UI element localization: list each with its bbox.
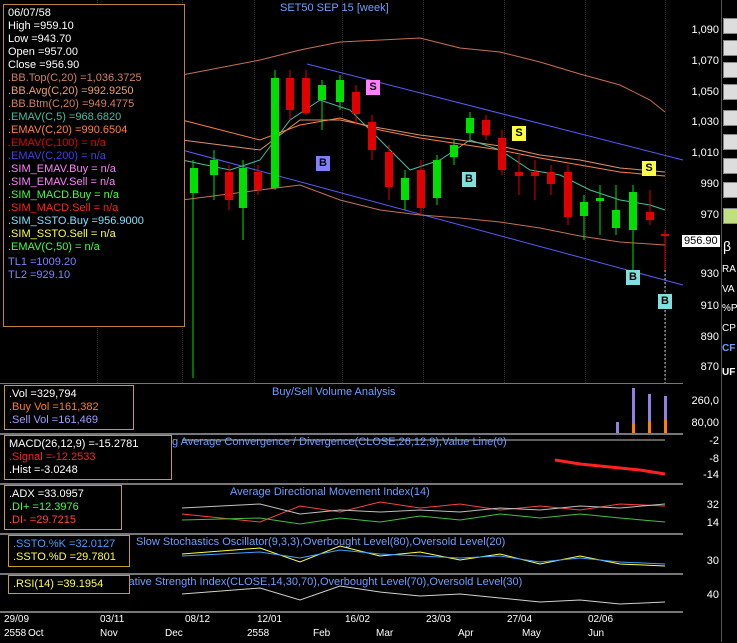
- info-tl2: TL2 =929.10: [8, 269, 71, 281]
- info-bbbtm: .BB.Btm(C,20) =949.4775: [8, 98, 135, 110]
- info-emav5: .EMAV(C,5) =968.6820: [8, 111, 122, 123]
- date-axis: 29/09 03/11 08/12 12/01 16/02 23/03 27/0…: [0, 611, 683, 643]
- ssto-title: Slow Stochastics Oscillator(9,3,3),Overb…: [136, 536, 506, 548]
- right-toolbar: β RA VA %P CP CF UF: [721, 0, 737, 642]
- ema20-line: [181, 117, 666, 177]
- candles: [190, 70, 669, 270]
- tool-ra[interactable]: RA: [722, 264, 737, 275]
- tool-button[interactable]: [723, 84, 737, 100]
- buy-marker: B: [626, 270, 640, 285]
- tool-button[interactable]: [723, 158, 737, 174]
- info-low: Low =943.70: [8, 33, 72, 45]
- ssto-panel[interactable]: Slow Stochastics Oscillator(9,3,3),Overb…: [0, 533, 683, 575]
- info-sim-emav-sell: .SIM_EMAV.Sell = n/a: [8, 176, 116, 188]
- adx-axis: 32 14: [706, 499, 719, 529]
- macd-panel[interactable]: g Average Convergence / Divergence(CLOSE…: [0, 433, 683, 485]
- tool-uf[interactable]: UF: [722, 367, 737, 378]
- bb-avg-line: [181, 119, 666, 173]
- buy-marker: B: [658, 294, 672, 309]
- price-info-box: 06/07/58 High =959.10 Low =943.70 Open =…: [3, 4, 185, 327]
- sell-marker: S: [642, 161, 656, 176]
- info-open: Open =957.00: [8, 46, 79, 58]
- tool-cp[interactable]: CP: [722, 323, 737, 334]
- info-sim-ssto-sell: .SIM_SSTO.Sell = n/a: [8, 228, 116, 240]
- adx-info-box: .ADX =33.0957 .DI+ =12.3976 .DI- =29.721…: [4, 485, 122, 530]
- tool-beta[interactable]: β: [723, 238, 737, 254]
- info-emav200: .EMAV(C,200) = n/a: [8, 150, 106, 162]
- tool-pct[interactable]: %P: [722, 303, 737, 314]
- info-sim-macd-buy: .SIM_MACD.Buy = n/a: [8, 189, 119, 201]
- macd-title: g Average Convergence / Divergence(CLOSE…: [172, 436, 507, 448]
- sell-marker: S: [366, 80, 380, 95]
- info-close: Close =956.90: [8, 59, 80, 71]
- price-axis: 1,090 1,070 1,050 1,030 1,010 990 970 93…: [691, 24, 719, 373]
- macd-axis: -2 -8 -14: [703, 435, 719, 481]
- info-sim-emav-buy: .SIM_EMAV.Buy = n/a: [8, 163, 116, 175]
- volume-title: Buy/Sell Volume Analysis: [272, 386, 396, 398]
- tool-button[interactable]: [723, 18, 737, 34]
- volume-info-box: .Vol =329,794 .Buy Vol =161,382 .Sell Vo…: [4, 385, 134, 430]
- tool-button[interactable]: [723, 62, 737, 78]
- buy-marker: B: [316, 156, 330, 171]
- volume-axis: 260,0 80,00: [691, 395, 719, 429]
- info-bbtop: .BB.Top(C,20) =1,036.3725: [8, 72, 142, 84]
- sell-marker: S: [512, 126, 526, 141]
- tool-cf[interactable]: CF: [722, 343, 737, 354]
- buy-marker: B: [462, 172, 476, 187]
- info-date: 06/07/58: [8, 7, 51, 19]
- info-tl1: TL1 =1009.20: [8, 256, 77, 268]
- info-high: High =959.10: [8, 20, 74, 32]
- last-price-label: 956.90: [682, 235, 720, 247]
- ssto-axis: 30: [706, 555, 719, 567]
- info-emav20: .EMAV(C,20) =990.6504: [8, 124, 128, 136]
- price-panel[interactable]: S B B S S B B SET50 SEP 15 [week] 06/07/…: [0, 0, 683, 384]
- info-sim-ssto-buy: .SIM_SSTO.Buy =956.9000: [8, 215, 144, 227]
- adx-title: Average Directional Movement Index(14): [230, 486, 430, 498]
- tool-button[interactable]: [723, 110, 737, 126]
- ssto-info-box: .SSTO.%K =32.0127 .SSTO.%D =29.7801: [8, 535, 130, 567]
- rsi-axis: 40: [706, 589, 719, 601]
- chart-title: SET50 SEP 15 [week]: [280, 2, 389, 14]
- tool-button[interactable]: [723, 134, 737, 150]
- info-bbavg: .BB.Avg(C,20) =992.9250: [8, 85, 134, 97]
- volume-panel[interactable]: Buy/Sell Volume Analysis .Vol =329,794 .…: [0, 383, 683, 435]
- macd-info-box: MACD(26,12,9) =-15.2781 .Signal =-12.253…: [4, 435, 172, 480]
- tool-button[interactable]: [723, 40, 737, 56]
- adx-panel[interactable]: Average Directional Movement Index(14) .…: [0, 483, 683, 535]
- rsi-title: elative Strength Index(CLOSE,14,30,70),O…: [120, 576, 523, 588]
- tool-button[interactable]: [723, 182, 737, 198]
- tool-va[interactable]: VA: [722, 284, 737, 295]
- info-sim-macd-sell: .SIM_MACD.Sell = n/a: [8, 202, 119, 214]
- bb-top-line: [181, 37, 666, 113]
- rsi-info-box: .RSI(14) =39.1954: [8, 575, 130, 594]
- rsi-panel[interactable]: elative Strength Index(CLOSE,14,30,70),O…: [0, 573, 683, 613]
- info-emav100: .EMAV(C,100) = n/a: [8, 137, 106, 149]
- tool-button[interactable]: [723, 208, 737, 224]
- info-emav50: .EMAV(C,50) = n/a: [8, 241, 100, 253]
